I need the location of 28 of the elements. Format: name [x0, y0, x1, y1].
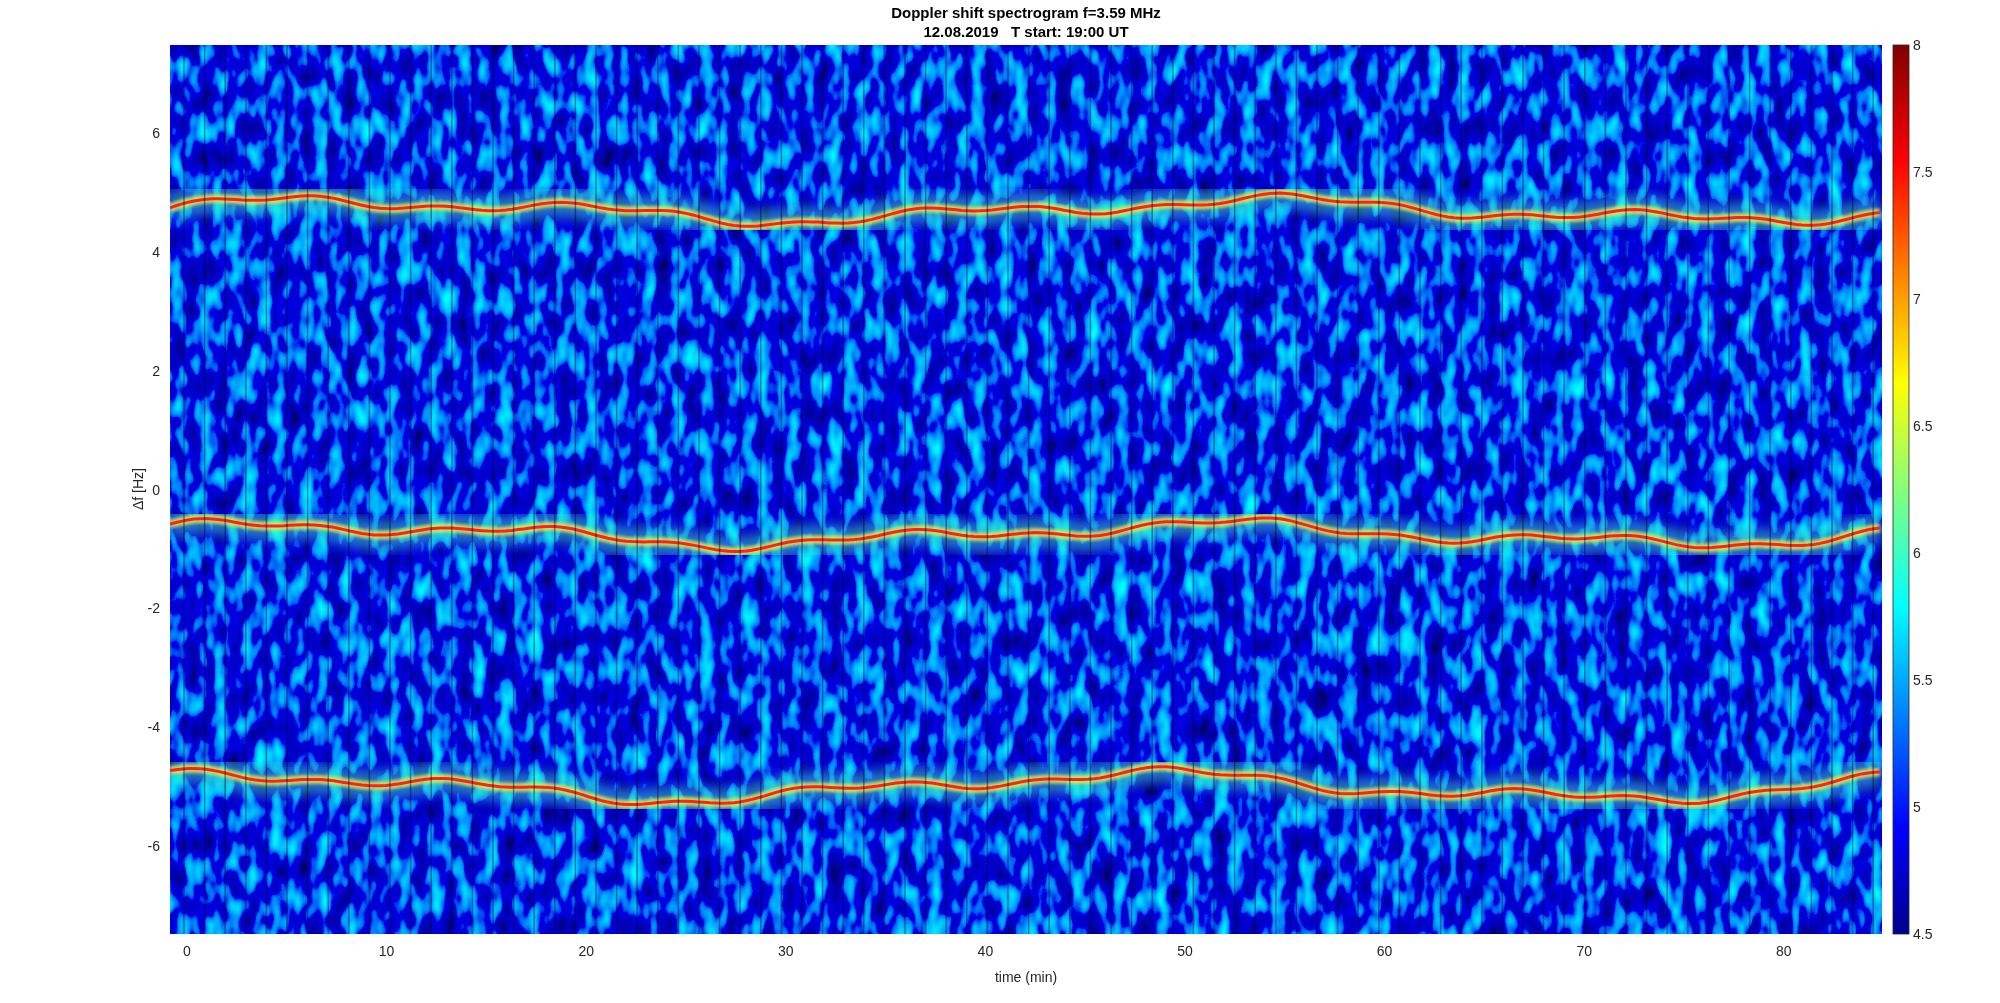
axis-tick-label: -4 [147, 719, 160, 736]
colorbar-tick-label: 4.5 [1913, 926, 1933, 942]
axis-tick-label: -6 [147, 838, 160, 854]
axis-label: Δf [Hz] [130, 468, 146, 510]
colorbar-tick-label: 8 [1913, 37, 1921, 53]
axis-tick-label: 50 [1177, 943, 1193, 959]
axis-tick-label: 80 [1776, 943, 1792, 959]
colorbar-tick-label: 7 [1913, 291, 1921, 307]
axis-tick-label: 0 [183, 943, 191, 959]
axis-label: time (min) [994, 969, 1058, 985]
colorbar-tick-label: 5 [1913, 799, 1921, 815]
colorbar-tick-label: 6 [1913, 545, 1921, 561]
axis-tick-label: 6 [152, 125, 160, 141]
axis-tick-label: 60 [1376, 943, 1393, 959]
axis-tick-label: 2 [152, 362, 160, 379]
chart-subtitle: 12.08.2019 T start: 19:00 UT [923, 23, 1129, 40]
axis-tick-label: 30 [778, 943, 794, 959]
axis-tick-label: 10 [378, 943, 395, 959]
axis-tick-label: -2 [147, 600, 160, 617]
axis-tick-label: 20 [578, 943, 594, 959]
axis-tick-label: 0 [152, 481, 160, 498]
axis-tick-label: 70 [1576, 943, 1592, 959]
colorbar-tick-label: 7.5 [1913, 164, 1933, 180]
axis-tick-label: 40 [977, 943, 994, 959]
axis-tick-label: 4 [152, 243, 160, 260]
colorbar-tick-label: 6.5 [1913, 418, 1933, 434]
chart-title: Doppler shift spectrogram f=3.59 MHz [891, 4, 1161, 21]
colorbar-tick-label: 5.5 [1913, 672, 1933, 688]
